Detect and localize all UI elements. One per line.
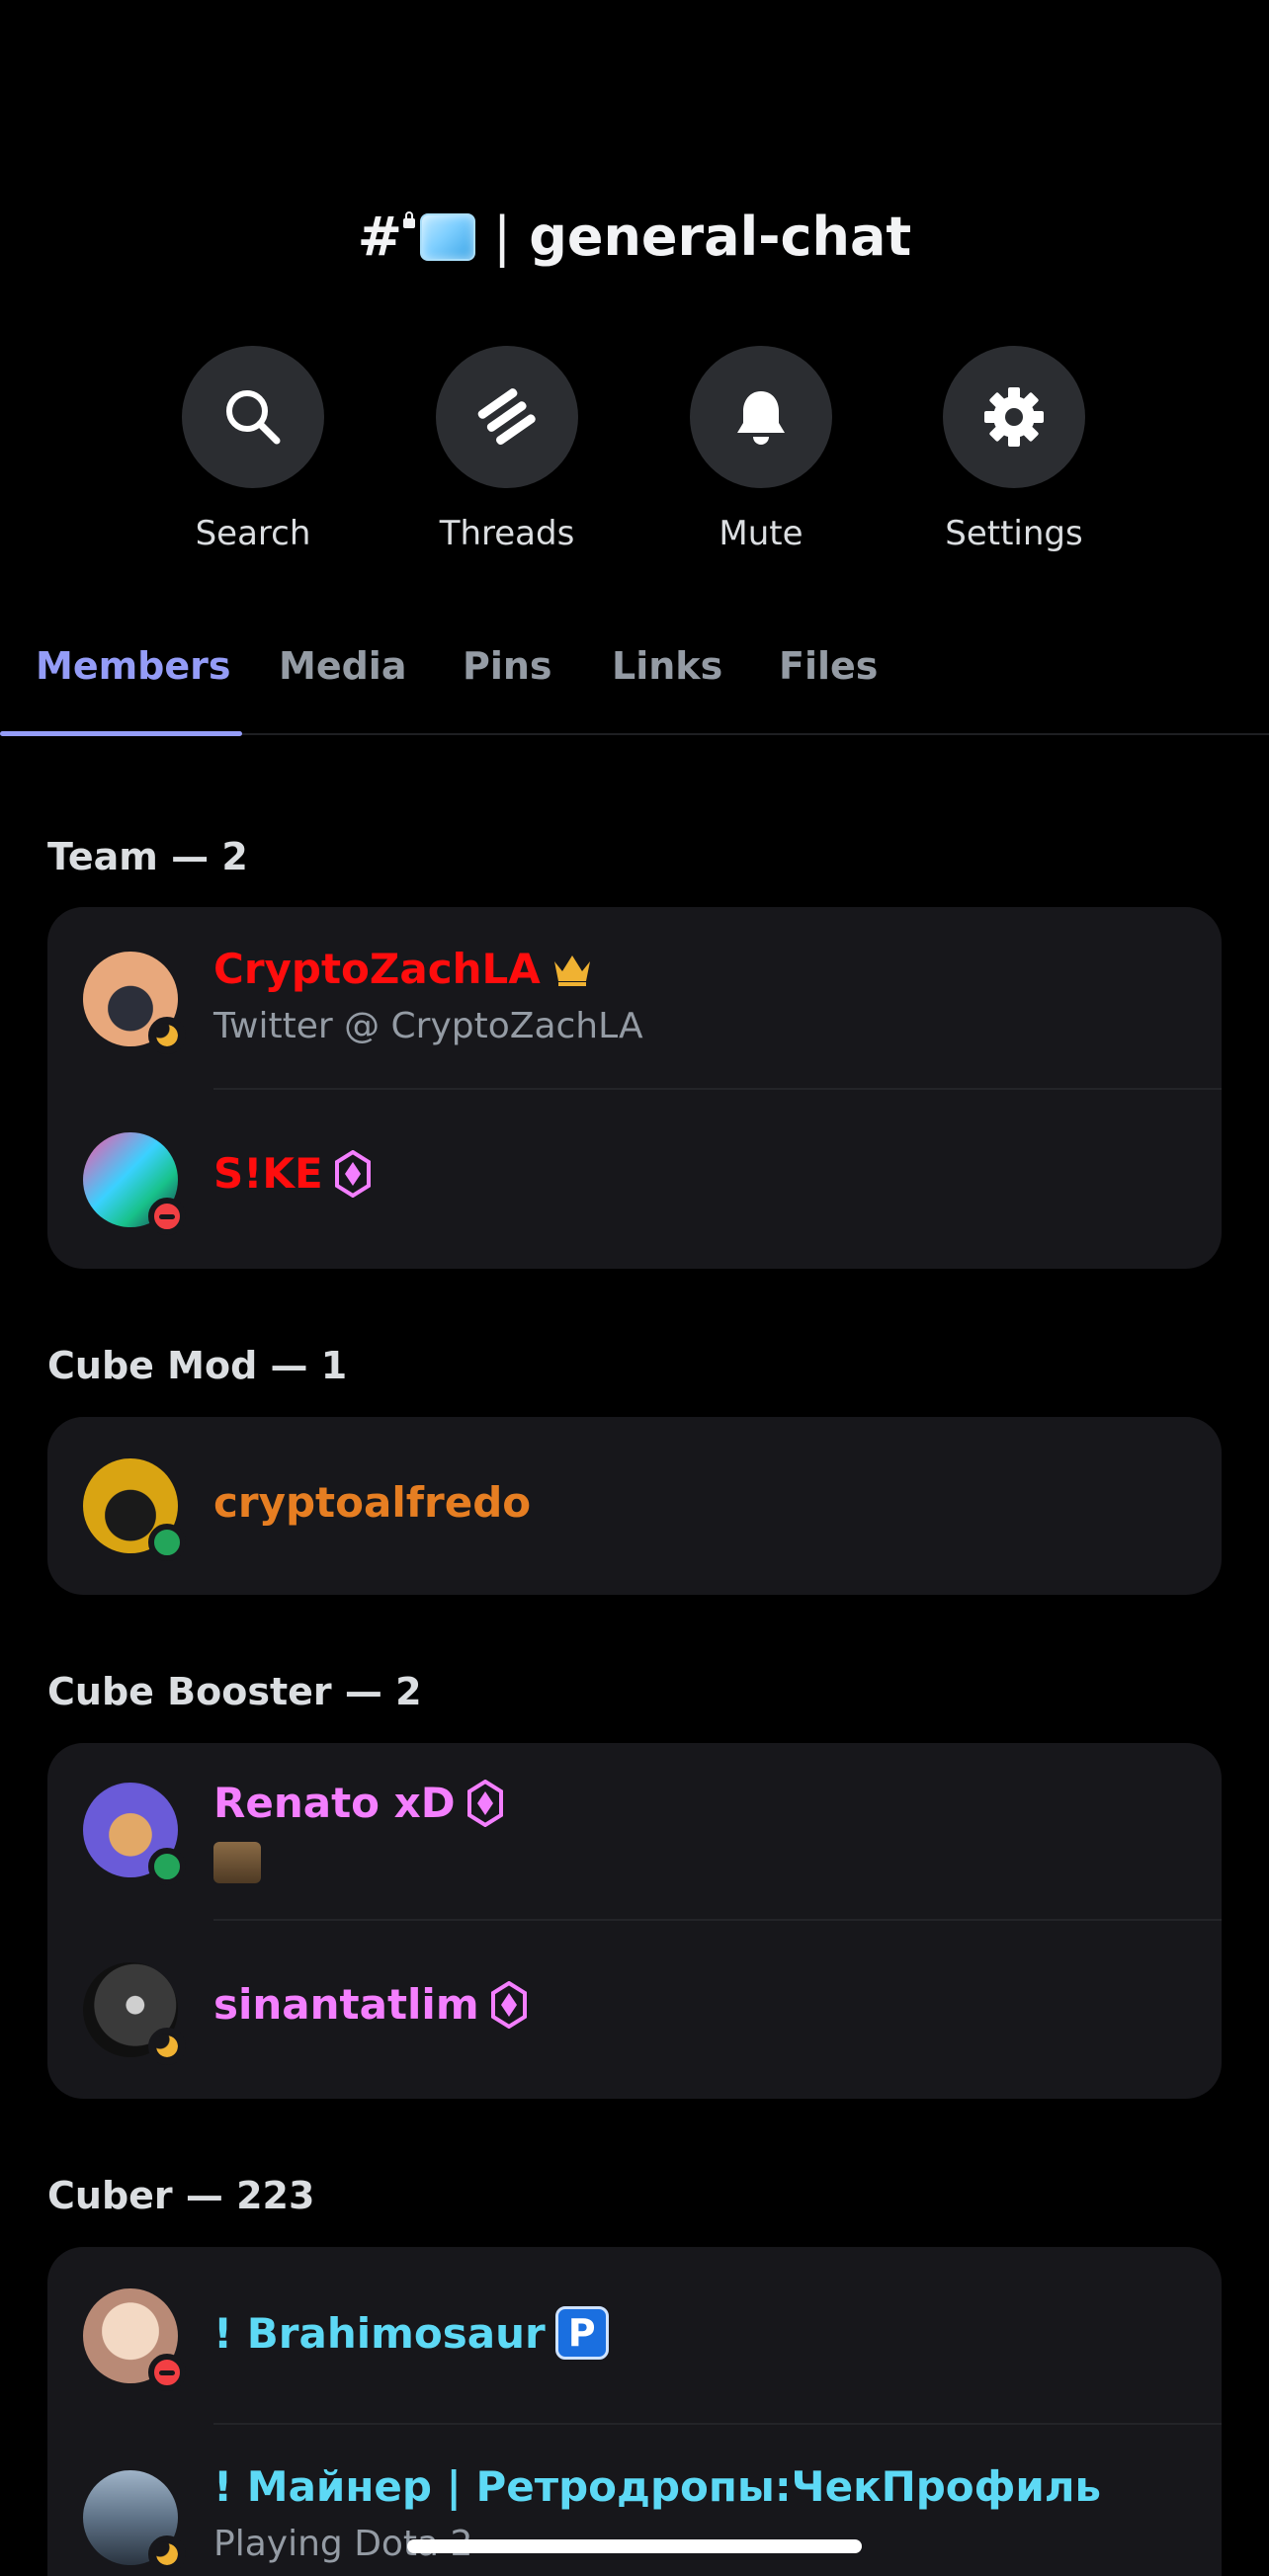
search-icon bbox=[226, 390, 281, 445]
status-idle-icon bbox=[148, 1017, 186, 1054]
member-row[interactable]: S!KE bbox=[47, 1090, 1222, 1269]
member-name-text: cryptoalfredo bbox=[213, 1478, 532, 1527]
gear-icon bbox=[984, 387, 1044, 447]
member-custom-status: Twitter @ CryptoZachLA bbox=[213, 1006, 643, 1046]
member-row[interactable]: sinantatlim bbox=[47, 1921, 1222, 2099]
active-tab-indicator bbox=[0, 731, 242, 736]
member-row[interactable]: cryptoalfredo bbox=[47, 1417, 1222, 1595]
action-bar: Search Threads Mute Settings bbox=[0, 346, 1269, 563]
member-row[interactable]: CryptoZachLA Twitter @ CryptoZachLA bbox=[47, 907, 1222, 1090]
member-group-cube-booster: Renato xD sinantatlim bbox=[47, 1743, 1222, 2099]
search-button[interactable]: Search bbox=[154, 346, 352, 553]
home-indicator[interactable] bbox=[407, 2539, 862, 2553]
member-row[interactable]: ! Brahimosaur P bbox=[47, 2247, 1222, 2425]
emoji-icon bbox=[213, 1842, 261, 1883]
member-name: S!KE bbox=[213, 1149, 373, 1198]
avatar bbox=[83, 2288, 186, 2391]
member-name-text: Renato xD bbox=[213, 1779, 456, 1827]
status-idle-icon bbox=[148, 2028, 186, 2065]
member-name: CryptoZachLA bbox=[213, 945, 594, 993]
member-group-team: CryptoZachLA Twitter @ CryptoZachLA S!KE bbox=[47, 907, 1222, 1269]
boost-icon bbox=[334, 1149, 371, 1198]
status-dnd-icon bbox=[148, 2354, 186, 2391]
avatar bbox=[83, 1783, 186, 1885]
member-name-text: ! Майнер | Ретродропы:ЧекПрофиль bbox=[213, 2462, 1102, 2511]
search-button-circle[interactable] bbox=[182, 346, 324, 488]
lock-icon bbox=[403, 211, 415, 228]
settings-button-circle[interactable] bbox=[943, 346, 1085, 488]
bell-icon bbox=[737, 391, 785, 445]
member-name-text: ! Brahimosaur bbox=[213, 2308, 546, 2358]
avatar bbox=[83, 2470, 186, 2573]
avatar bbox=[83, 1132, 186, 1235]
section-title-team: Team — 2 bbox=[47, 835, 248, 878]
ice-cube-emoji-icon bbox=[420, 212, 475, 261]
boost-icon bbox=[466, 1779, 503, 1827]
hash-symbol: # bbox=[357, 206, 402, 268]
member-name: sinantatlim bbox=[213, 1980, 529, 2029]
mute-button-circle[interactable] bbox=[690, 346, 832, 488]
channel-title: # | general-chat bbox=[0, 206, 1269, 268]
boost-icon bbox=[490, 1980, 527, 2029]
channel-details-screen: # | general-chat Search Threads Mute Set… bbox=[0, 0, 1269, 2576]
member-name-text: sinantatlim bbox=[213, 1980, 479, 2029]
settings-button[interactable]: Settings bbox=[915, 346, 1113, 553]
member-row[interactable]: ! Майнер | Ретродропы:ЧекПрофиль Playing… bbox=[47, 2425, 1222, 2576]
section-title-cuber: Cuber — 223 bbox=[47, 2174, 315, 2217]
settings-label: Settings bbox=[945, 514, 1083, 553]
member-name: ! Майнер | Ретродропы:ЧекПрофиль bbox=[213, 2462, 1101, 2511]
threads-icon bbox=[477, 388, 536, 446]
member-name: ! Brahimosaur P bbox=[213, 2306, 609, 2360]
crown-icon bbox=[553, 955, 590, 986]
threads-label: Threads bbox=[439, 514, 575, 553]
member-name: cryptoalfredo bbox=[213, 1478, 531, 1527]
avatar bbox=[83, 1458, 186, 1561]
tab-media[interactable]: Media bbox=[279, 644, 406, 688]
tab-members[interactable]: Members bbox=[36, 644, 231, 688]
mute-label: Mute bbox=[719, 514, 804, 553]
status-dnd-icon bbox=[148, 1198, 186, 1235]
status-online-icon bbox=[148, 1848, 186, 1885]
channel-name: general-chat bbox=[529, 206, 912, 268]
member-group-cube-mod: cryptoalfredo bbox=[47, 1417, 1222, 1595]
tab-pins[interactable]: Pins bbox=[463, 644, 552, 688]
member-group-cuber: ! Brahimosaur P ! Майнер | Ретродропы:Че… bbox=[47, 2247, 1222, 2576]
threads-button[interactable]: Threads bbox=[408, 346, 606, 553]
avatar bbox=[83, 1962, 186, 2065]
member-row[interactable]: Renato xD bbox=[47, 1743, 1222, 1921]
member-name: Renato xD bbox=[213, 1779, 505, 1827]
parking-emoji-icon: P bbox=[554, 2306, 609, 2360]
section-title-cube-booster: Cube Booster — 2 bbox=[47, 1670, 422, 1713]
status-online-icon bbox=[148, 1524, 186, 1561]
mute-button[interactable]: Mute bbox=[662, 346, 860, 553]
title-separator: | bbox=[493, 206, 512, 268]
section-title-cube-mod: Cube Mod — 1 bbox=[47, 1344, 348, 1387]
channel-hash-icon: # bbox=[357, 206, 415, 268]
tab-bar: Members Media Pins Links Files bbox=[0, 632, 1269, 736]
tab-links[interactable]: Links bbox=[612, 644, 722, 688]
member-name-text: CryptoZachLA bbox=[213, 945, 541, 993]
member-name-text: S!KE bbox=[213, 1149, 323, 1198]
avatar bbox=[83, 952, 186, 1054]
status-idle-icon bbox=[148, 2535, 186, 2573]
tab-files[interactable]: Files bbox=[779, 644, 878, 688]
threads-button-circle[interactable] bbox=[436, 346, 578, 488]
search-label: Search bbox=[195, 514, 311, 553]
